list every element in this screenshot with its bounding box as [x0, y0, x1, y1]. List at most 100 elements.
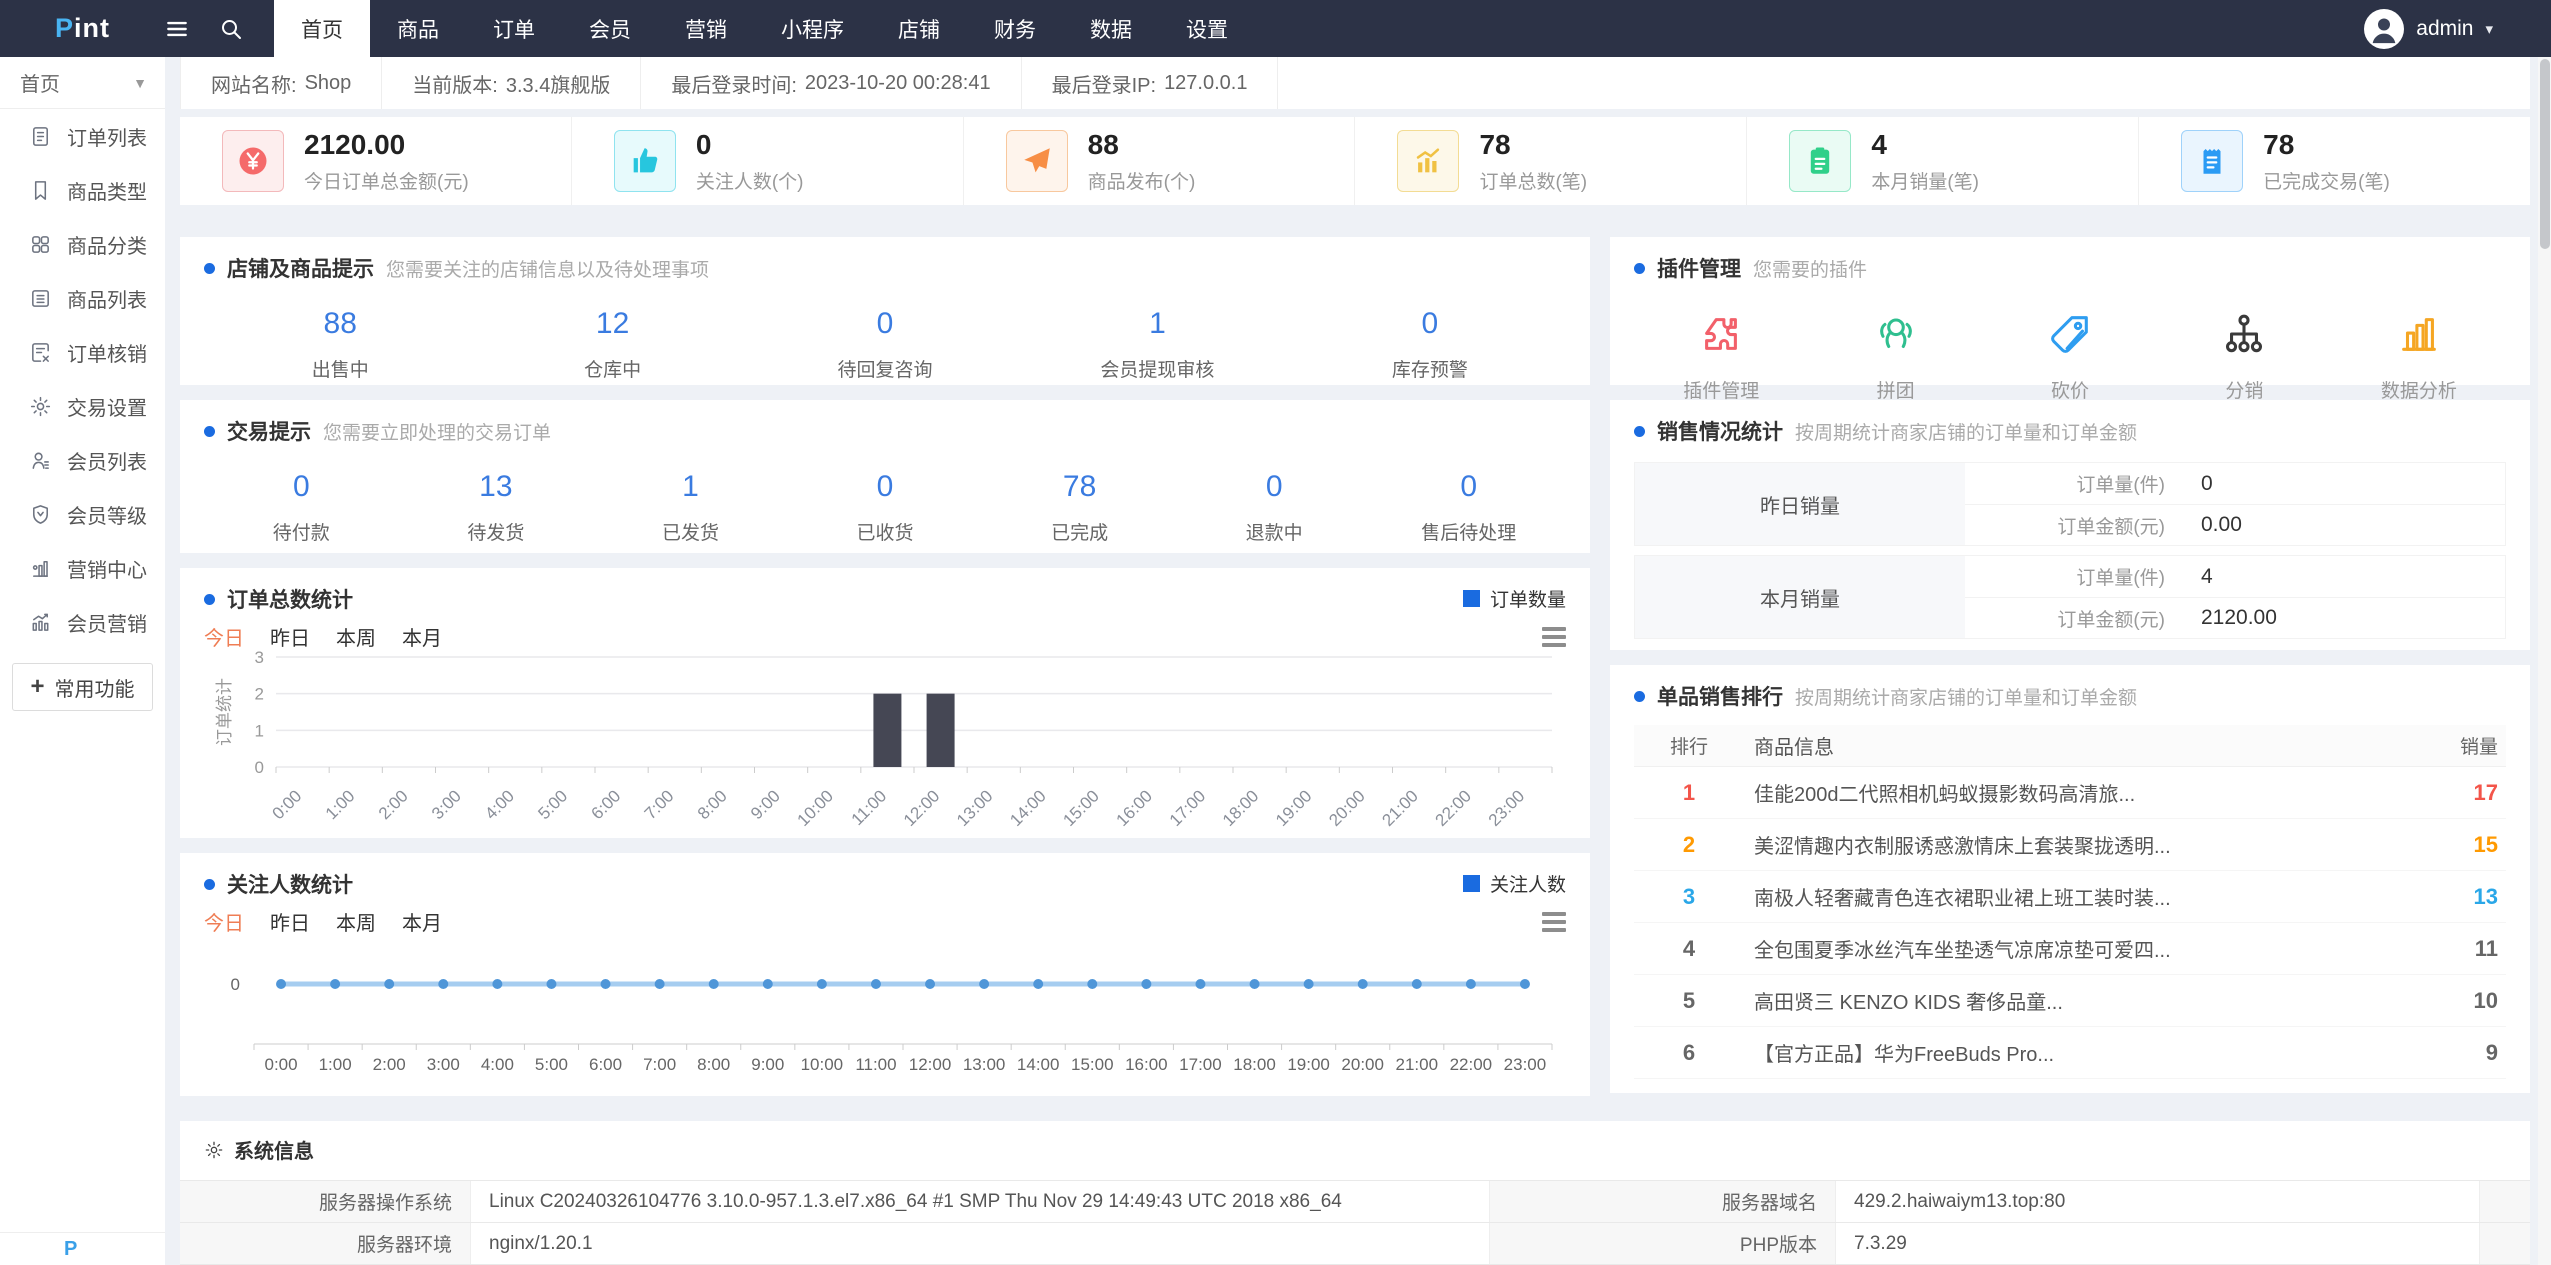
logo-rest: int	[74, 13, 111, 43]
gear-icon	[30, 396, 51, 416]
tab-today[interactable]: 今日	[204, 622, 244, 651]
goods-category-icon	[32, 235, 49, 253]
sidebar-module-select[interactable]: 首页 ▼	[0, 57, 165, 109]
info-version: 当前版本: 3.3.4旗舰版	[382, 57, 642, 109]
tab-members[interactable]: 会员	[562, 0, 658, 57]
sidebar-item-goods-list[interactable]: 商品列表	[0, 271, 165, 325]
system-info-title: 系统信息	[234, 1141, 314, 1163]
svg-text:20:00: 20:00	[1341, 1055, 1384, 1074]
svg-text:8:00: 8:00	[694, 786, 731, 823]
tip-stock-warning: 0 库存预警	[1391, 307, 1468, 381]
shop-tips-title: 店铺及商品提示	[227, 258, 374, 281]
ranking-title: 单品销售排行	[1657, 686, 1783, 709]
section-bullet	[204, 262, 215, 274]
ranking-subtitle: 按周期统计商家店铺的订单量和订单金额	[1795, 688, 2138, 709]
thumb-up-icon	[613, 130, 676, 192]
plugin-manage[interactable]: 插件管理	[1634, 311, 1808, 403]
order-chart-title: 订单总数统计	[227, 589, 353, 612]
search-button[interactable]	[204, 0, 258, 57]
product-link[interactable]: 美涩情趣内衣制服诱惑激情床上套装聚拢透明...	[1744, 830, 2416, 859]
sidebar-select-label: 首页	[20, 74, 60, 96]
svg-text:4:00: 4:00	[481, 786, 518, 823]
tab-shop[interactable]: 店铺	[871, 0, 967, 57]
svg-text:10:00: 10:00	[801, 1055, 844, 1074]
tab-this-month[interactable]: 本月	[402, 907, 442, 936]
svg-text:1: 1	[255, 721, 264, 740]
site-info-bar: 网站名称: Shop 当前版本: 3.3.4旗舰版 最后登录时间: 2023-10-2…	[180, 57, 2530, 109]
sidebar-item-order-verify[interactable]: 订单核销	[0, 325, 165, 379]
svg-text:6:00: 6:00	[588, 786, 625, 823]
table-row: 3 南极人轻奢藏青色连衣裙职业裙上班工装时装... 13	[1634, 871, 2506, 923]
tab-this-week[interactable]: 本周	[336, 907, 376, 936]
plugin-data-analysis[interactable]: 数据分析	[2332, 311, 2506, 403]
stat-goods-published: 88 商品发布(个)	[964, 117, 1356, 205]
section-bullet	[204, 593, 215, 605]
sidebar-item-label: 商品列表	[67, 289, 147, 312]
svg-text:23:00: 23:00	[1485, 786, 1529, 830]
product-link[interactable]: 佳能200d二代照相机蚂蚁摄影数码高清旅...	[1744, 778, 2416, 807]
user-menu[interactable]: admin ▾	[2364, 0, 2493, 57]
goods-list-icon	[32, 289, 49, 307]
tip-withdraw-review: 1 会员提现审核	[1100, 307, 1215, 381]
tab-orders[interactable]: 订单	[466, 0, 562, 57]
svg-text:21:00: 21:00	[1378, 786, 1422, 830]
table-row: 1 佳能200d二代照相机蚂蚁摄影数码高清旅... 17	[1634, 767, 2506, 819]
section-bullet	[1634, 262, 1645, 274]
stat-followers: 0 关注人数(个)	[572, 117, 964, 205]
page-scrollbar[interactable]	[2538, 57, 2551, 1265]
scrollbar-thumb[interactable]	[2539, 59, 2550, 249]
product-link[interactable]: 高田贤三 KENZO KIDS 奢侈品童...	[1744, 986, 2416, 1015]
tab-settings[interactable]: 设置	[1159, 0, 1255, 57]
sidebar-item-member-marketing[interactable]: 会员营销	[0, 595, 165, 649]
plugins-subtitle: 您需要的插件	[1753, 260, 1868, 281]
svg-text:8:00: 8:00	[697, 1055, 730, 1074]
tab-this-month[interactable]: 本月	[402, 622, 442, 651]
username: admin	[2416, 16, 2474, 40]
stat-month-sales: 4 本月销量(笔)	[1747, 117, 2140, 205]
product-link[interactable]: 南极人轻奢藏青色连衣裙职业裙上班工装时装...	[1744, 882, 2416, 911]
tab-data[interactable]: 数据	[1063, 0, 1159, 57]
product-link[interactable]: 全包围夏季冰丝汽车坐垫透气凉席凉垫可爱四...	[1744, 934, 2416, 963]
tab-finance[interactable]: 财务	[967, 0, 1063, 57]
tab-today[interactable]: 今日	[204, 907, 244, 936]
tab-yesterday[interactable]: 昨日	[270, 907, 310, 936]
section-bullet	[204, 878, 215, 890]
product-link[interactable]: 【官方正品】华为FreeBuds Pro...	[1744, 1038, 2416, 1067]
sidebar-item-label: 商品类型	[67, 181, 147, 204]
svg-text:20:00: 20:00	[1325, 786, 1369, 830]
sidebar-item-trade-settings[interactable]: 交易设置	[0, 379, 165, 433]
info-last-login-time: 最后登录时间: 2023-10-20 00:28:41	[641, 57, 1022, 109]
tab-this-week[interactable]: 本周	[336, 622, 376, 651]
legend-square-icon	[1462, 590, 1480, 607]
legend-square-icon	[1462, 875, 1480, 892]
sidebar-item-member-list[interactable]: 会员列表	[0, 433, 165, 487]
sidebar-item-goods-type[interactable]: 商品类型	[0, 163, 165, 217]
sidebar-item-goods-category[interactable]: 商品分类	[0, 217, 165, 271]
sidebar-item-marketing-center[interactable]: 营销中心	[0, 541, 165, 595]
tab-miniprogram[interactable]: 小程序	[754, 0, 871, 57]
svg-text:15:00: 15:00	[1071, 1055, 1114, 1074]
member-level-icon	[33, 504, 48, 524]
plugin-group-buy[interactable]: 拼团	[1808, 311, 1982, 403]
chart-menu-icon[interactable]	[1542, 911, 1566, 932]
svg-text:2: 2	[255, 685, 264, 704]
chart-growth-icon	[1397, 130, 1460, 192]
trade-tips-card: 交易提示 您需要立即处理的交易订单 0 待付款 13 待发货 1 已发货 0 已收货 7…	[180, 400, 1590, 553]
tab-yesterday[interactable]: 昨日	[270, 622, 310, 651]
sidebar-item-member-level[interactable]: 会员等级	[0, 487, 165, 541]
svg-text:1:00: 1:00	[319, 1055, 352, 1074]
clipboard-green-icon	[1789, 130, 1852, 192]
common-functions-button[interactable]: + 常用功能	[12, 663, 153, 711]
plugin-bargain[interactable]: 砍价	[1983, 311, 2157, 403]
sidebar-item-order-list[interactable]: 订单列表	[0, 109, 165, 163]
tab-marketing[interactable]: 营销	[658, 0, 754, 57]
chart-menu-icon[interactable]	[1542, 626, 1566, 647]
tab-home[interactable]: 首页	[274, 0, 370, 57]
tab-goods[interactable]: 商品	[370, 0, 466, 57]
collapse-menu-button[interactable]	[150, 0, 204, 57]
stats-summary-row: 2120.00 今日订单总金额(元) 0 关注人数(个) 88 商品发布(个) 78 订…	[180, 117, 2530, 205]
plus-icon: +	[30, 673, 45, 700]
plugin-distribution[interactable]: 分销	[2157, 311, 2331, 403]
footer-logo: P	[64, 1237, 78, 1260]
svg-text:16:00: 16:00	[1113, 786, 1157, 830]
